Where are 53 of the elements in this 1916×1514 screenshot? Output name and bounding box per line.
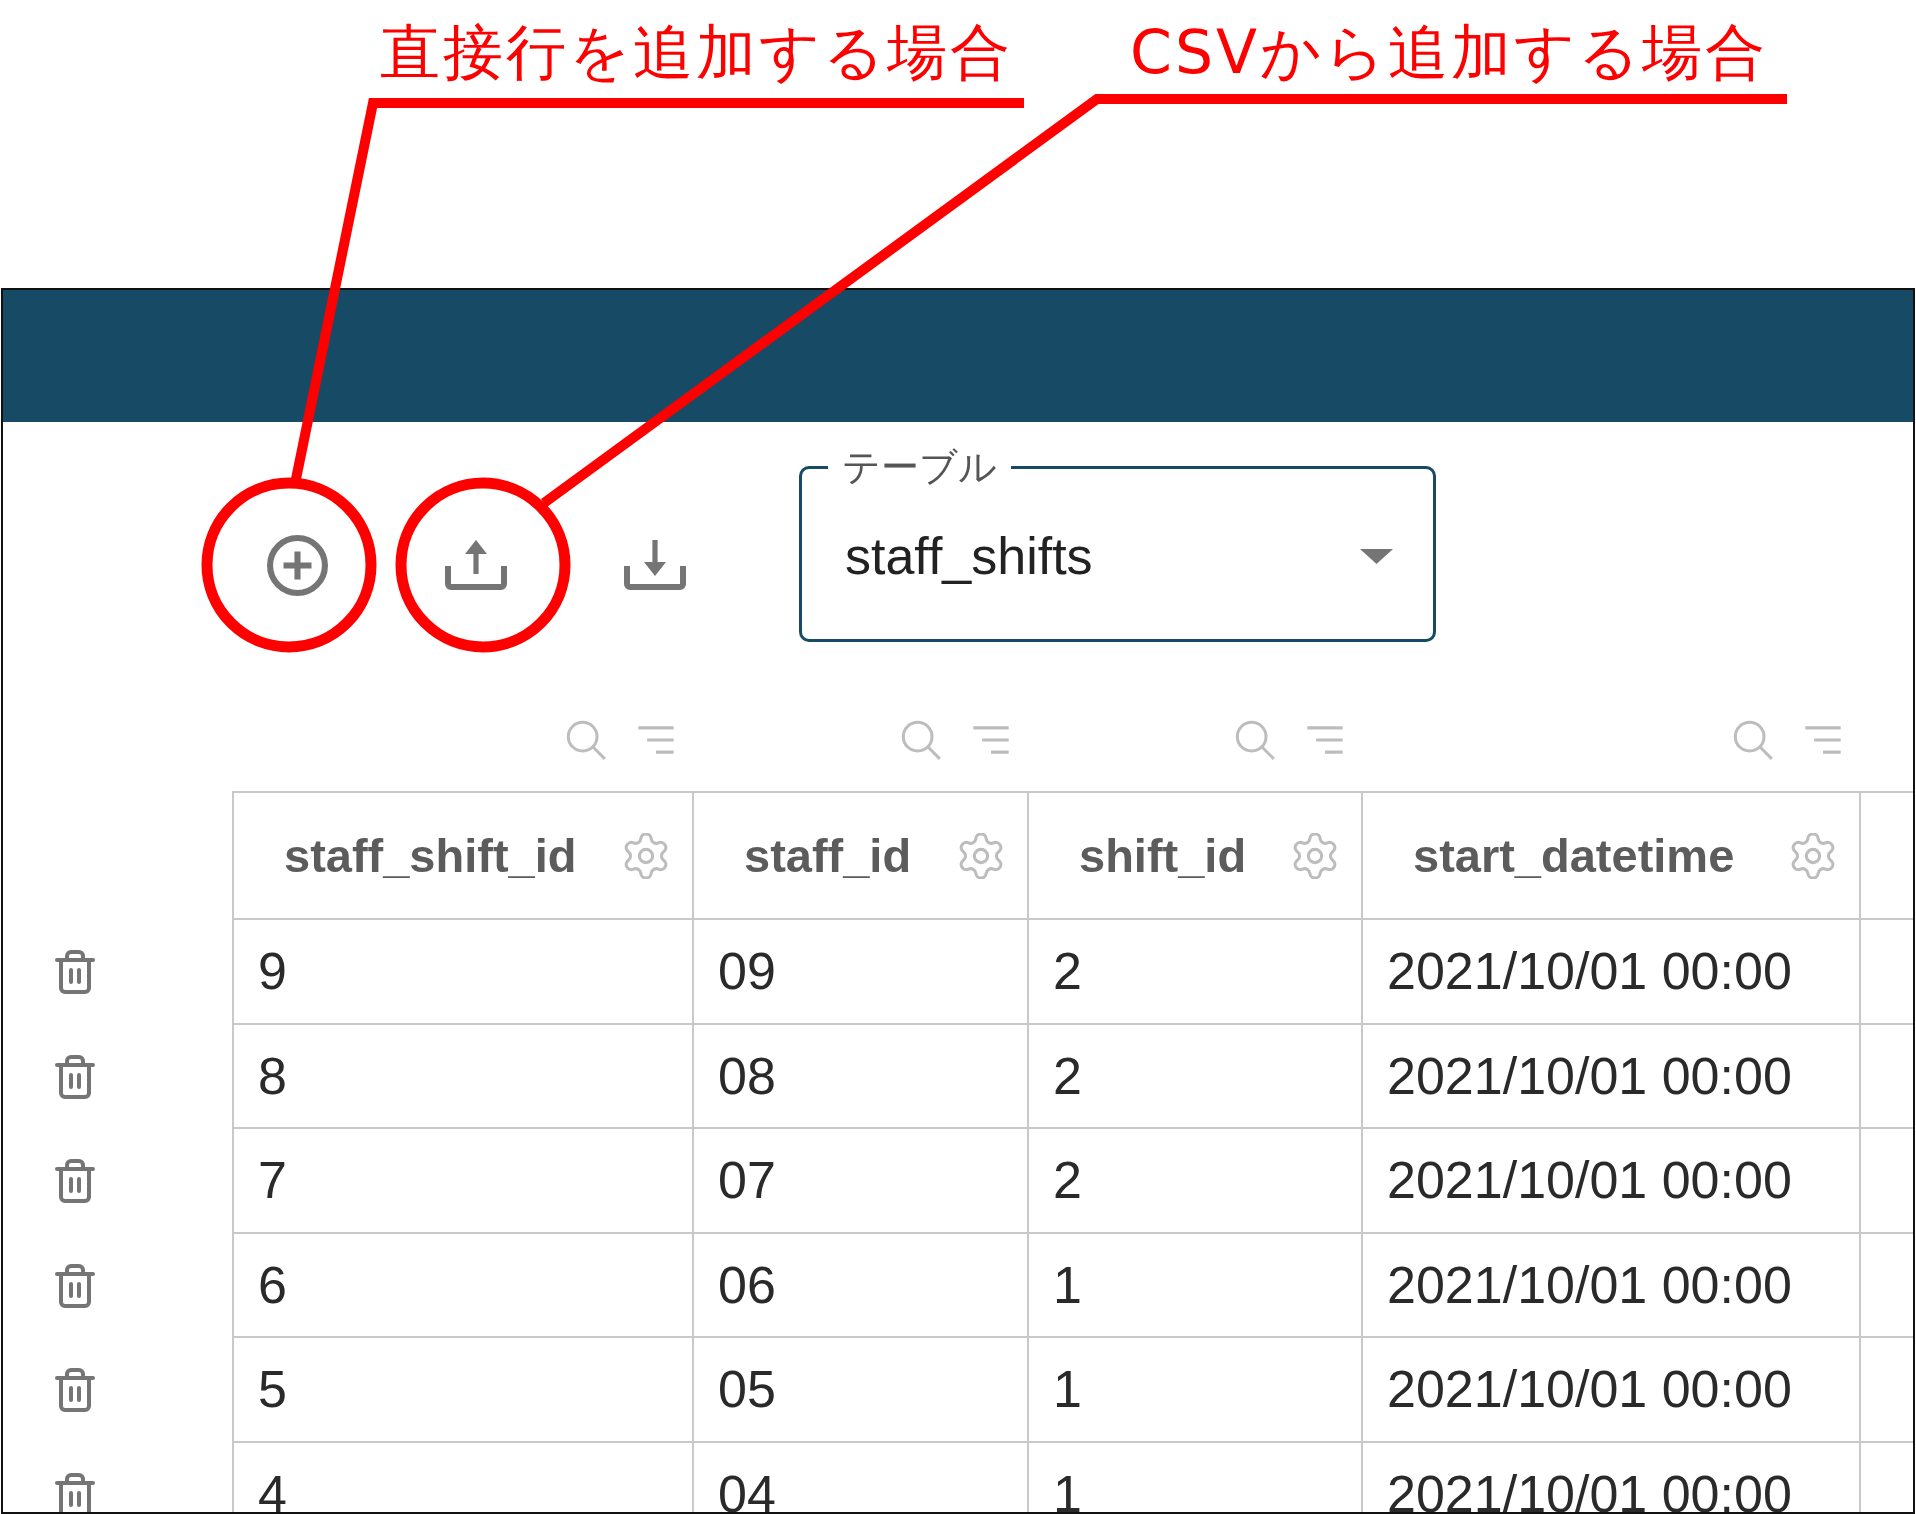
filter-icon[interactable] [1307,725,1343,754]
table-cell: 2021/10/01 00:00 [1363,1338,1861,1443]
table-cell: 1 [1029,1233,1363,1338]
search-icon[interactable] [1235,719,1275,760]
table-cell: 2 [1029,1024,1363,1129]
search-icon[interactable] [901,719,941,760]
table-select[interactable]: テーブル staff_shifts [799,447,1436,642]
filter-icon[interactable] [973,725,1009,754]
table-cell: 4 [232,1442,694,1512]
table-cell: 7 [232,1129,694,1234]
table-cell: 6 [232,1233,694,1338]
trash-icon[interactable] [55,1367,95,1414]
table-cell: 07 [694,1129,1029,1234]
search-icon[interactable] [1733,719,1773,760]
trash-icon[interactable] [55,1471,95,1512]
table-cell: 2021/10/01 00:00 [1363,1129,1861,1234]
table-cell: 06 [694,1233,1029,1338]
download-icon [623,540,687,590]
table-cell: 09 [694,920,1029,1025]
table-cell: 9 [232,920,694,1025]
filter-icon[interactable] [638,725,674,754]
gear-icon[interactable] [958,832,1004,879]
plus-circle-icon [266,534,328,596]
column-header: shift_id [1079,828,1247,883]
trash-icon[interactable] [55,1262,95,1309]
table-cell: 2 [1029,920,1363,1025]
gear-icon[interactable] [623,832,669,879]
search-icon[interactable] [566,719,606,760]
annotation-label: 直接行を追加する場合 [380,16,1013,88]
table-cell: 5 [232,1338,694,1443]
table-cell: 08 [694,1024,1029,1129]
table-cell: 8 [232,1024,694,1129]
upload-icon [444,540,508,590]
table-cell: 2021/10/01 00:00 [1363,1442,1861,1512]
column-header: staff_id [744,828,912,883]
table-cell: 1 [1029,1442,1363,1512]
trash-icon[interactable] [55,949,95,996]
table-cell: 1 [1029,1338,1363,1443]
caret-icon [1360,548,1393,564]
table-cell: 2021/10/01 00:00 [1363,920,1861,1025]
trash-icon[interactable] [55,1053,95,1100]
table-cell: 2021/10/01 00:00 [1363,1233,1861,1338]
gear-icon[interactable] [1292,832,1338,879]
annotation-label: CSVから追加する場合 [1130,16,1769,88]
table-cell: 04 [694,1442,1029,1512]
table-cell: 2 [1029,1129,1363,1234]
table-cell: 05 [694,1338,1029,1443]
column-header: staff_shift_id [284,828,577,883]
gear-icon[interactable] [1790,832,1836,879]
filter-icon[interactable] [1805,725,1841,754]
table-cell: 2021/10/01 00:00 [1363,1024,1861,1129]
column-header: start_datetime [1413,828,1735,883]
trash-icon[interactable] [55,1158,95,1205]
